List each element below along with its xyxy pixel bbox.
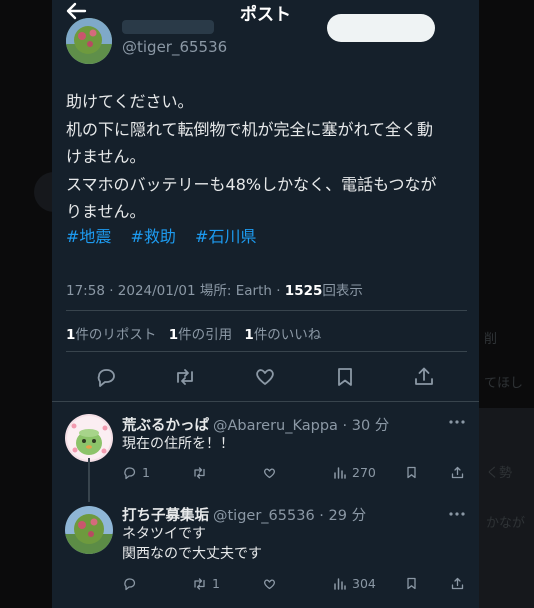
repost-count: 1: [212, 575, 220, 591]
reply-like-button[interactable]: [262, 574, 282, 592]
bookmark-icon[interactable]: [404, 463, 419, 481]
more-icon[interactable]: [447, 506, 467, 520]
hashtag-link[interactable]: #石川県: [195, 227, 256, 246]
like-icon[interactable]: [252, 364, 278, 390]
views-icon: [334, 466, 346, 479]
tweet-action-bar: [52, 360, 479, 394]
share-icon[interactable]: [450, 574, 465, 592]
reply-display-name[interactable]: 打ち子募集垢: [122, 508, 209, 524]
reply-item[interactable]: 荒ぶるかっぱ @Abareru_Kappa · 30 分 現在の住所を！！ 1 2…: [52, 402, 479, 500]
reply-avatar[interactable]: [65, 414, 113, 462]
tweet-timestamp[interactable]: 17:58 · 2024/01/01 場所: Earth ·: [66, 283, 285, 299]
views-label: 回表示: [322, 283, 363, 299]
like-icon: [264, 467, 275, 478]
author-avatar[interactable]: [66, 18, 112, 64]
reply-handle[interactable]: @tiger_65536 · 29 分: [213, 508, 366, 524]
reply-author[interactable]: 荒ぶるかっぱ @Abareru_Kappa · 30 分: [122, 414, 389, 435]
reposts-stat[interactable]: 1件のリポスト: [66, 327, 156, 343]
tweet-line: スマホのバッテリーも48%しかなく、電話もつなが: [66, 174, 437, 194]
tweet-line: けません。: [66, 147, 146, 166]
repost-icon[interactable]: [172, 364, 198, 390]
reply-icon: [124, 577, 136, 590]
reply-repost-button[interactable]: [192, 463, 212, 481]
repost-icon: [194, 466, 205, 479]
reply-repost-button[interactable]: 1: [192, 574, 220, 592]
views-count: 270: [352, 464, 376, 480]
tweet-line: 助けてください。: [66, 92, 194, 111]
quotes-stat[interactable]: 1件の引用: [169, 327, 232, 343]
reply-author[interactable]: 打ち子募集垢 @tiger_65536 · 29 分: [122, 504, 366, 525]
reply-display-name[interactable]: 荒ぶるかっぱ: [122, 418, 209, 434]
divider: [66, 310, 467, 311]
hashtag-link[interactable]: #救助: [131, 227, 176, 246]
bookmark-icon[interactable]: [404, 574, 419, 592]
reply-views-button[interactable]: 270: [332, 463, 376, 481]
background-text: 削: [484, 332, 498, 347]
more-icon[interactable]: [447, 414, 467, 428]
tweet-line: 机の下に隠れて転倒物で机が完全に塞がれて全く動: [66, 119, 434, 139]
views-icon: [334, 577, 346, 590]
reply-handle[interactable]: @Abareru_Kappa · 30 分: [213, 418, 389, 434]
author-display-name[interactable]: [122, 20, 214, 34]
hashtag-link[interactable]: #地震: [66, 227, 111, 246]
reply-item[interactable]: 打ち子募集垢 @tiger_65536 · 29 分 ネタツイです 関西なので大丈…: [52, 500, 479, 608]
engagement-stats: 1件のリポスト 1件の引用 1件のいいね: [66, 323, 329, 343]
share-icon[interactable]: [411, 364, 437, 390]
reply-like-button[interactable]: [262, 463, 282, 481]
background-block: [478, 408, 534, 608]
hashtag-list: #地震 #救助 #石川県: [66, 223, 270, 250]
bookmark-icon[interactable]: [332, 364, 358, 390]
reply-reply-button[interactable]: [122, 574, 142, 592]
reply-count: 1: [142, 464, 150, 480]
background-text: かなが: [486, 516, 526, 531]
divider: [66, 351, 467, 352]
background-text: く勢: [486, 466, 513, 481]
reply-icon[interactable]: [93, 364, 119, 390]
reply-text: ネタツイです: [122, 526, 206, 542]
share-icon[interactable]: [450, 463, 465, 481]
views-count: 1525: [284, 283, 323, 299]
reply-avatar[interactable]: [65, 506, 113, 554]
background-text: てほし: [484, 376, 524, 391]
likes-stat[interactable]: 1件のいいね: [244, 327, 321, 343]
reply-text: 現在の住所を！！: [122, 436, 234, 452]
reply-action-bar: 1 270: [122, 463, 465, 481]
reply-views-button[interactable]: 304: [332, 574, 376, 592]
thread-connector: [88, 458, 90, 502]
like-icon: [264, 578, 275, 589]
follow-button[interactable]: [327, 14, 435, 42]
reply-text: 関西なので大丈夫です: [122, 546, 262, 562]
reply-action-bar: 1 304: [122, 574, 465, 592]
repost-icon: [194, 577, 205, 590]
reply-reply-button[interactable]: 1: [122, 463, 150, 481]
tweet-line: りません。: [66, 202, 146, 221]
tweet-text: 助けてください。 机の下に隠れて転倒物で机が完全に塞がれて全く動 けません。 ス…: [66, 88, 468, 226]
tweet-meta: 17:58 · 2024/01/01 場所: Earth · 1525回表示: [66, 279, 363, 299]
views-count: 304: [352, 575, 376, 591]
author-handle[interactable]: @tiger_65536: [122, 38, 227, 56]
reply-icon: [124, 466, 136, 479]
post-detail-panel: ポスト @tiger_65536 助けてください。 机の下に隠れて転倒物で机が完…: [52, 0, 479, 608]
